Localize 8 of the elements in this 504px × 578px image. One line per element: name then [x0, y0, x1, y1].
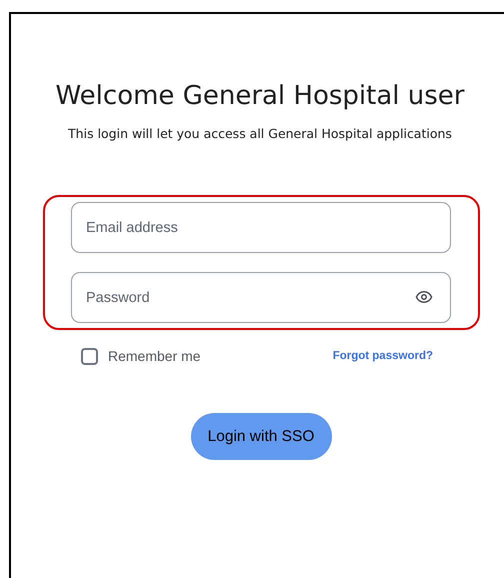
login-sso-button[interactable]: Login with SSO	[190, 413, 332, 460]
password-field[interactable]: Password	[71, 272, 451, 324]
welcome-title: Welcome General Hospital user	[56, 80, 464, 112]
remember-label: Remember me	[108, 347, 201, 366]
email-field[interactable]: Email address	[71, 202, 451, 254]
subtitle-text: This login will let you access all General Hospital applications	[68, 124, 452, 143]
remember-checkbox[interactable]	[81, 348, 98, 366]
forgot-password-link[interactable]: Forgot password?	[332, 348, 433, 366]
